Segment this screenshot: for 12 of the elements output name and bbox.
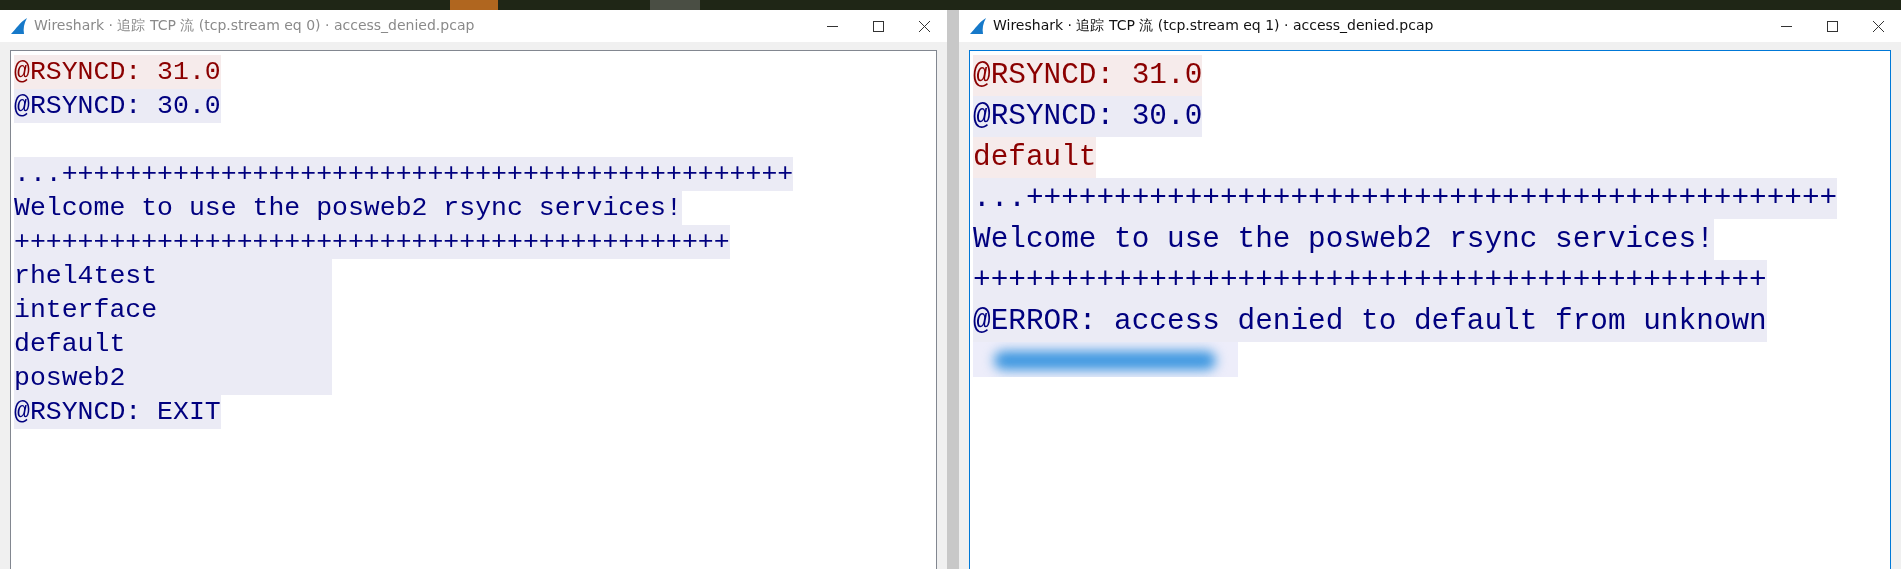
maximize-icon: [1826, 20, 1838, 32]
module-name: default: [14, 328, 127, 361]
shark-fin-icon: [969, 17, 987, 35]
close-icon: [918, 20, 930, 32]
shark-fin-icon: [10, 17, 28, 35]
maximize-icon: [872, 20, 884, 32]
window-title: Wireshark · 追踪 TCP 流 (tcp.stream eq 1) · access_denied.pcap: [993, 17, 1434, 35]
module-name: posweb2: [14, 362, 127, 395]
close-icon: [1872, 20, 1884, 32]
module-name: interface: [14, 294, 159, 327]
window-title: Wireshark · 追踪 TCP 流 (tcp.stream eq 0) · access_denied.pcap: [34, 17, 475, 35]
module-name: rhel4test: [14, 260, 159, 293]
